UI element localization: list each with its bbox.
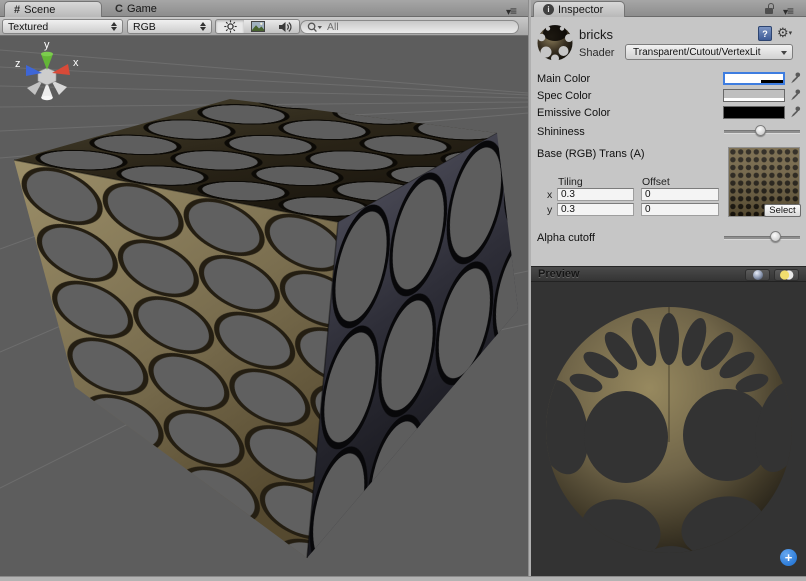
main-color-swatch[interactable] [723,72,785,85]
menu-lines-icon: ≡ [787,4,793,18]
preview-sphere [531,282,806,576]
scene-grid-icon: # [14,4,20,16]
draw-mode-value: Textured [8,21,48,33]
chevron-down-icon [781,51,787,55]
scene-toolbar: Textured RGB [0,17,528,36]
scene-audio-toggle[interactable] [271,19,300,34]
search-input[interactable] [325,20,512,34]
render-mode-value: RGB [133,21,156,33]
scene-skybox-toggle[interactable] [244,19,272,34]
gizmo-z-label: z [15,58,21,70]
question-icon: ? [762,29,768,39]
shininess-label: Shininess [537,126,585,138]
scene-viewport[interactable]: y x z [0,36,528,575]
tab-inspector-label: Inspector [558,4,603,16]
lock-icon[interactable] [764,3,776,15]
inspector-panel-menu[interactable]: ▾≡ [783,4,793,18]
inspector-tabbar: i Inspector ▾≡ [531,0,806,17]
offset-header: Offset [642,176,670,188]
tab-game-label: Game [127,3,157,15]
scene-lighting-toggle[interactable] [215,19,245,34]
render-mode-dropdown[interactable]: RGB [127,19,212,34]
info-icon: i [543,4,554,15]
scene-3d-view: y x z [0,36,528,575]
image-icon [251,21,265,32]
alpha-cutoff-label: Alpha cutoff [537,232,595,244]
select-texture-button[interactable]: Select [764,204,801,217]
preview-lighting-button[interactable] [774,269,799,281]
base-map-label: Base (RGB) Trans (A) [537,148,645,160]
sun-icon [224,20,237,33]
scene-search[interactable] [300,20,519,34]
alpha-segment [761,80,783,83]
gear-icon: ⚙ [777,25,789,40]
spec-color-swatch[interactable] [723,89,785,102]
emissive-color-swatch[interactable] [723,106,785,119]
tab-inspector[interactable]: i Inspector [533,1,625,17]
preview-area[interactable]: + [531,282,806,576]
lighting-icon [779,269,795,281]
tab-scene[interactable]: # Scene [4,1,102,17]
window-bottom-edge [0,576,806,581]
slider-thumb[interactable] [770,231,781,242]
preview-title: Preview [538,268,580,280]
shader-value: Transparent/Cutout/VertexLit [633,47,760,58]
updown-arrows-icon [200,22,206,31]
gizmo-y-label: y [44,39,50,51]
main-color-eyedropper-icon[interactable] [789,71,801,85]
alpha-bar [724,98,784,101]
preview-header[interactable]: Preview [531,266,806,282]
preview-mesh-button[interactable] [745,269,770,281]
gear-menu-button[interactable]: ⚙▾ [777,25,792,41]
offset-x-input[interactable] [641,188,719,201]
material-preview-ball [536,24,574,62]
emissive-color-label: Emissive Color [537,107,610,119]
offset-y-input[interactable] [641,203,719,216]
material-name: bricks [579,27,613,42]
sphere-icon [752,269,764,281]
slider-thumb[interactable] [755,125,766,136]
updown-arrows-icon [111,22,117,31]
draw-mode-dropdown[interactable]: Textured [2,19,123,34]
alpha-cutoff-slider[interactable] [724,231,800,243]
gizmo-x-label: x [73,57,79,69]
tiling-x-label: x [547,189,552,201]
speaker-icon [278,21,292,33]
scene-panel-menu[interactable]: ▾≡ [506,4,516,18]
main-color-label: Main Color [537,73,590,85]
emissive-color-eyedropper-icon[interactable] [789,105,801,119]
tiling-y-input[interactable] [557,203,634,216]
tiling-x-input[interactable] [557,188,634,201]
scene-tabbar: # Scene C Game ▾≡ [0,0,528,17]
scene-orientation-gizmo[interactable]: y x z [15,39,79,100]
tiling-y-label: y [547,204,552,216]
game-controller-icon: C [115,3,123,15]
shininess-slider[interactable] [724,125,800,137]
caret-down-icon: ▾ [789,30,793,37]
add-button[interactable]: + [780,549,797,566]
spec-color-eyedropper-icon[interactable] [789,88,801,102]
search-icon [307,22,322,33]
panel-divider[interactable] [528,0,531,581]
tiling-header: Tiling [558,176,583,188]
tab-game[interactable]: C Game [106,1,166,17]
shader-label: Shader [579,47,614,59]
shader-dropdown[interactable]: Transparent/Cutout/VertexLit [625,44,793,60]
tab-scene-label: Scene [24,4,55,16]
menu-lines-icon: ≡ [510,4,516,18]
spec-color-label: Spec Color [537,90,591,102]
help-button[interactable]: ? [758,26,772,41]
scene-cube [14,99,518,558]
slider-track [724,236,800,240]
